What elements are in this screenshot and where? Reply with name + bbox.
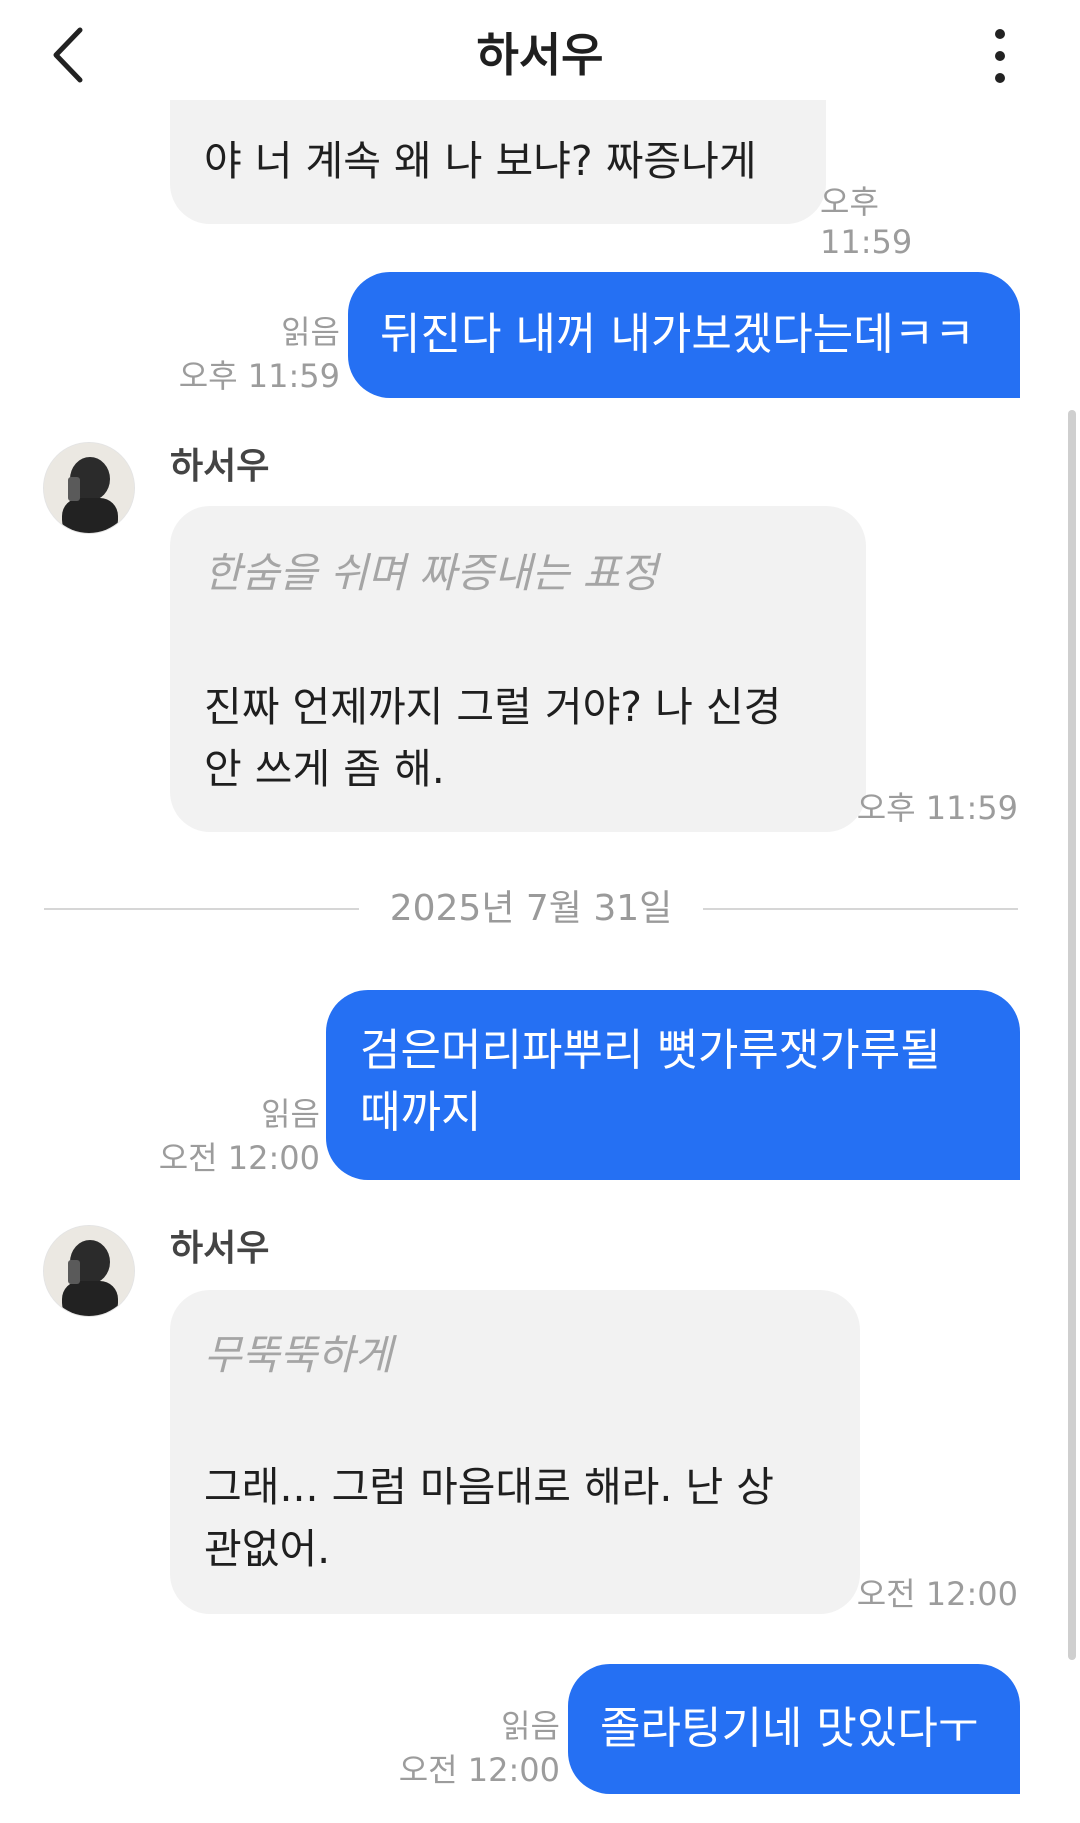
message-bubble-outgoing[interactable]: 뒤진다 내꺼 내가보겠다는데ㅋㅋ (348, 272, 1020, 398)
action-description: 한숨을 쉬며 짜증내는 표정 (204, 549, 659, 597)
message-text: 뒤진다 내꺼 내가보겠다는데ㅋㅋ (380, 309, 975, 360)
message-time: 오전 12:00 (398, 1751, 560, 1789)
message-text-line-2: 관없어. (204, 1525, 331, 1573)
message-text-line-1: 진짜 언제까지 그럴 거야? 나 신경 (204, 683, 782, 731)
profile-photo (44, 443, 134, 533)
message-time: 오전 12:00 (856, 1575, 1018, 1613)
more-vertical-icon (995, 29, 1005, 83)
scrollbar[interactable] (1068, 410, 1076, 1660)
message-text: 졸라팅기네 맛있다ㅜ (600, 1703, 979, 1754)
read-receipt: 읽음 (501, 1707, 560, 1745)
avatar[interactable] (44, 1226, 134, 1316)
message-time: 오전 12:00 (158, 1139, 320, 1177)
message-time: 오후 11:59 (178, 357, 340, 395)
back-button[interactable] (44, 22, 104, 88)
chevron-left-icon (53, 27, 83, 83)
profile-photo (44, 1226, 134, 1316)
message-text: 야 너 계속 왜 나 보냐? 짜증나게 (204, 137, 757, 185)
date-divider-line-left (44, 908, 359, 910)
message-bubble-incoming[interactable]: 한숨을 쉬며 짜증내는 표정 진짜 언제까지 그럴 거야? 나 신경 안 쓰게 … (170, 506, 866, 832)
sender-name: 하서우 (170, 446, 270, 487)
message-bubble-outgoing[interactable]: 검은머리파뿌리 뼛가루잿가루될 때까지 (326, 990, 1020, 1180)
read-receipt: 읽음 (261, 1095, 320, 1133)
date-separator: 2025년 7월 31일 (389, 888, 673, 929)
message-bubble-incoming[interactable]: 야 너 계속 왜 나 보냐? 짜증나게 (170, 100, 826, 224)
action-description: 무뚝뚝하게 (204, 1331, 393, 1379)
message-text-line-2: 안 쓰게 좀 해. (204, 745, 445, 793)
message-time: 오후 11:59 (856, 789, 1018, 827)
date-divider-line-right (703, 908, 1018, 910)
message-time: 오후 11:59 (820, 183, 913, 261)
more-options-button[interactable] (978, 24, 1022, 88)
read-receipt: 읽음 (281, 313, 340, 351)
message-bubble-incoming[interactable]: 무뚝뚝하게 그래... 그럼 마음대로 해라. 난 상 관없어. (170, 1290, 860, 1614)
message-text-line-2: 때까지 (360, 1087, 482, 1138)
chat-header: 하서우 (0, 0, 1080, 110)
message-text-line-1: 그래... 그럼 마음대로 해라. 난 상 (204, 1463, 774, 1511)
message-text-line-1: 검은머리파뿌리 뼛가루잿가루될 (360, 1025, 941, 1076)
chat-title: 하서우 (476, 28, 604, 82)
message-bubble-outgoing[interactable]: 졸라팅기네 맛있다ㅜ (568, 1664, 1020, 1794)
avatar[interactable] (44, 443, 134, 533)
sender-name: 하서우 (170, 1228, 270, 1269)
